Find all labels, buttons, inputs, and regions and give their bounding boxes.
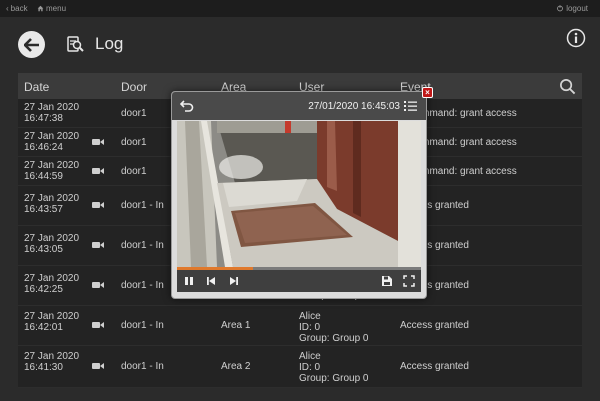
logout-icon — [557, 5, 564, 12]
fullscreen-icon[interactable] — [403, 275, 415, 287]
row-door: door1 - In — [121, 361, 164, 372]
row-door: door1 - In — [121, 240, 164, 251]
info-icon[interactable] — [566, 28, 586, 48]
back-link-label: back — [10, 4, 28, 13]
video-camera-icon[interactable] — [92, 241, 104, 249]
row-user-group: Group: Group 0 — [299, 373, 369, 384]
row-door: door1 - In — [121, 320, 164, 331]
row-user-name: Alice — [299, 311, 321, 322]
video-camera-icon[interactable] — [92, 201, 104, 209]
skip-forward-icon[interactable] — [228, 275, 240, 287]
video-camera-icon[interactable] — [92, 281, 104, 289]
row-door: door1 — [121, 107, 147, 119]
row-date-time: 16:46:24 — [24, 142, 63, 153]
list-icon[interactable] — [404, 100, 417, 112]
menu-link[interactable]: menu — [37, 4, 66, 13]
row-user-id: ID: 0 — [299, 362, 321, 373]
back-button[interactable] — [18, 31, 45, 58]
row-date-day: 27 Jan 2020 — [24, 273, 80, 284]
video-timestamp: 27/01/2020 16:45:03 — [308, 101, 400, 112]
column-date[interactable]: Date — [24, 80, 49, 94]
row-event: Access granted — [400, 361, 469, 372]
return-icon[interactable] — [180, 100, 194, 112]
top-bar: ‹ back menu logout — [0, 0, 600, 17]
row-date-day: 27 Jan 2020 — [24, 102, 80, 113]
video-camera-icon[interactable] — [92, 167, 104, 175]
row-date: 27 Jan 2020 16:46:24 — [24, 131, 79, 153]
row-date: 27 Jan 2020 16:44:59 — [24, 160, 79, 182]
table-row[interactable]: 27 Jan 2020 16:41:30 door1 - In Area 2 Alice… — [18, 346, 582, 388]
row-door: door1 - In — [121, 280, 164, 291]
logout-link-label: logout — [566, 4, 588, 13]
table-row[interactable]: 27 Jan 2020 16:42:01 door1 - In Area 1 Alice… — [18, 306, 582, 346]
page-header: Log — [0, 17, 600, 70]
chevron-left-icon: ‹ — [6, 4, 9, 13]
row-area: Area 1 — [221, 320, 251, 331]
row-user: Alice ID: 0 Group: Group 0 — [299, 311, 368, 344]
video-camera-icon[interactable] — [92, 138, 104, 146]
row-date-day: 27 Jan 2020 — [24, 131, 80, 142]
video-camera-icon[interactable] — [92, 362, 104, 370]
row-user-group: Group: Group 0 — [299, 333, 369, 344]
row-user: Alice ID: 0 Group: Group 0 — [299, 351, 368, 384]
video-camera-icon[interactable] — [92, 321, 104, 329]
row-date-time: 16:43:57 — [24, 204, 63, 215]
video-frame[interactable] — [177, 121, 421, 267]
row-date: 27 Jan 2020 16:47:38 — [24, 102, 79, 124]
row-door: door1 - In — [121, 200, 164, 211]
row-date-day: 27 Jan 2020 — [24, 351, 80, 362]
camera-image — [177, 121, 421, 267]
row-date-time: 16:47:38 — [24, 113, 63, 124]
row-date-day: 27 Jan 2020 — [24, 233, 80, 244]
back-arrow-icon — [23, 37, 39, 52]
menu-link-label: menu — [46, 4, 67, 13]
row-event: Access granted — [400, 320, 469, 331]
row-date-time: 16:42:01 — [24, 322, 63, 333]
row-date-time: 16:43:05 — [24, 244, 63, 255]
row-date-time: 16:41:30 — [24, 362, 63, 373]
row-date: 27 Jan 2020 16:41:30 — [24, 351, 79, 373]
row-date: 27 Jan 2020 16:43:05 — [24, 233, 79, 255]
save-icon[interactable] — [381, 275, 393, 287]
log-icon — [67, 36, 84, 52]
row-date: 27 Jan 2020 16:43:57 — [24, 193, 79, 215]
page-title: Log — [95, 34, 124, 53]
pause-icon[interactable] — [183, 275, 195, 287]
skip-back-icon[interactable] — [205, 275, 217, 287]
row-door: door1 — [121, 136, 147, 148]
row-date-day: 27 Jan 2020 — [24, 311, 80, 322]
row-area: Area 2 — [221, 361, 251, 372]
row-date-day: 27 Jan 2020 — [24, 160, 80, 171]
row-user-id: ID: 0 — [299, 322, 321, 333]
row-date-time: 16:42:25 — [24, 284, 63, 295]
back-link[interactable]: ‹ back — [6, 4, 28, 13]
search-icon[interactable] — [559, 78, 576, 95]
row-user-name: Alice — [299, 351, 321, 362]
video-popup: 27/01/2020 16:45:03 × — [171, 87, 433, 299]
home-icon — [37, 5, 44, 12]
row-door: door1 — [121, 165, 147, 177]
row-date-time: 16:44:59 — [24, 171, 63, 182]
close-icon[interactable]: × — [422, 87, 433, 98]
row-date: 27 Jan 2020 16:42:25 — [24, 273, 79, 295]
column-door[interactable]: Door — [121, 80, 147, 94]
row-date: 27 Jan 2020 16:42:01 — [24, 311, 79, 333]
video-controls — [177, 270, 421, 292]
logout-link[interactable]: logout — [556, 4, 588, 13]
row-date-day: 27 Jan 2020 — [24, 193, 80, 204]
popup-header: 27/01/2020 16:45:03 — [172, 92, 426, 120]
